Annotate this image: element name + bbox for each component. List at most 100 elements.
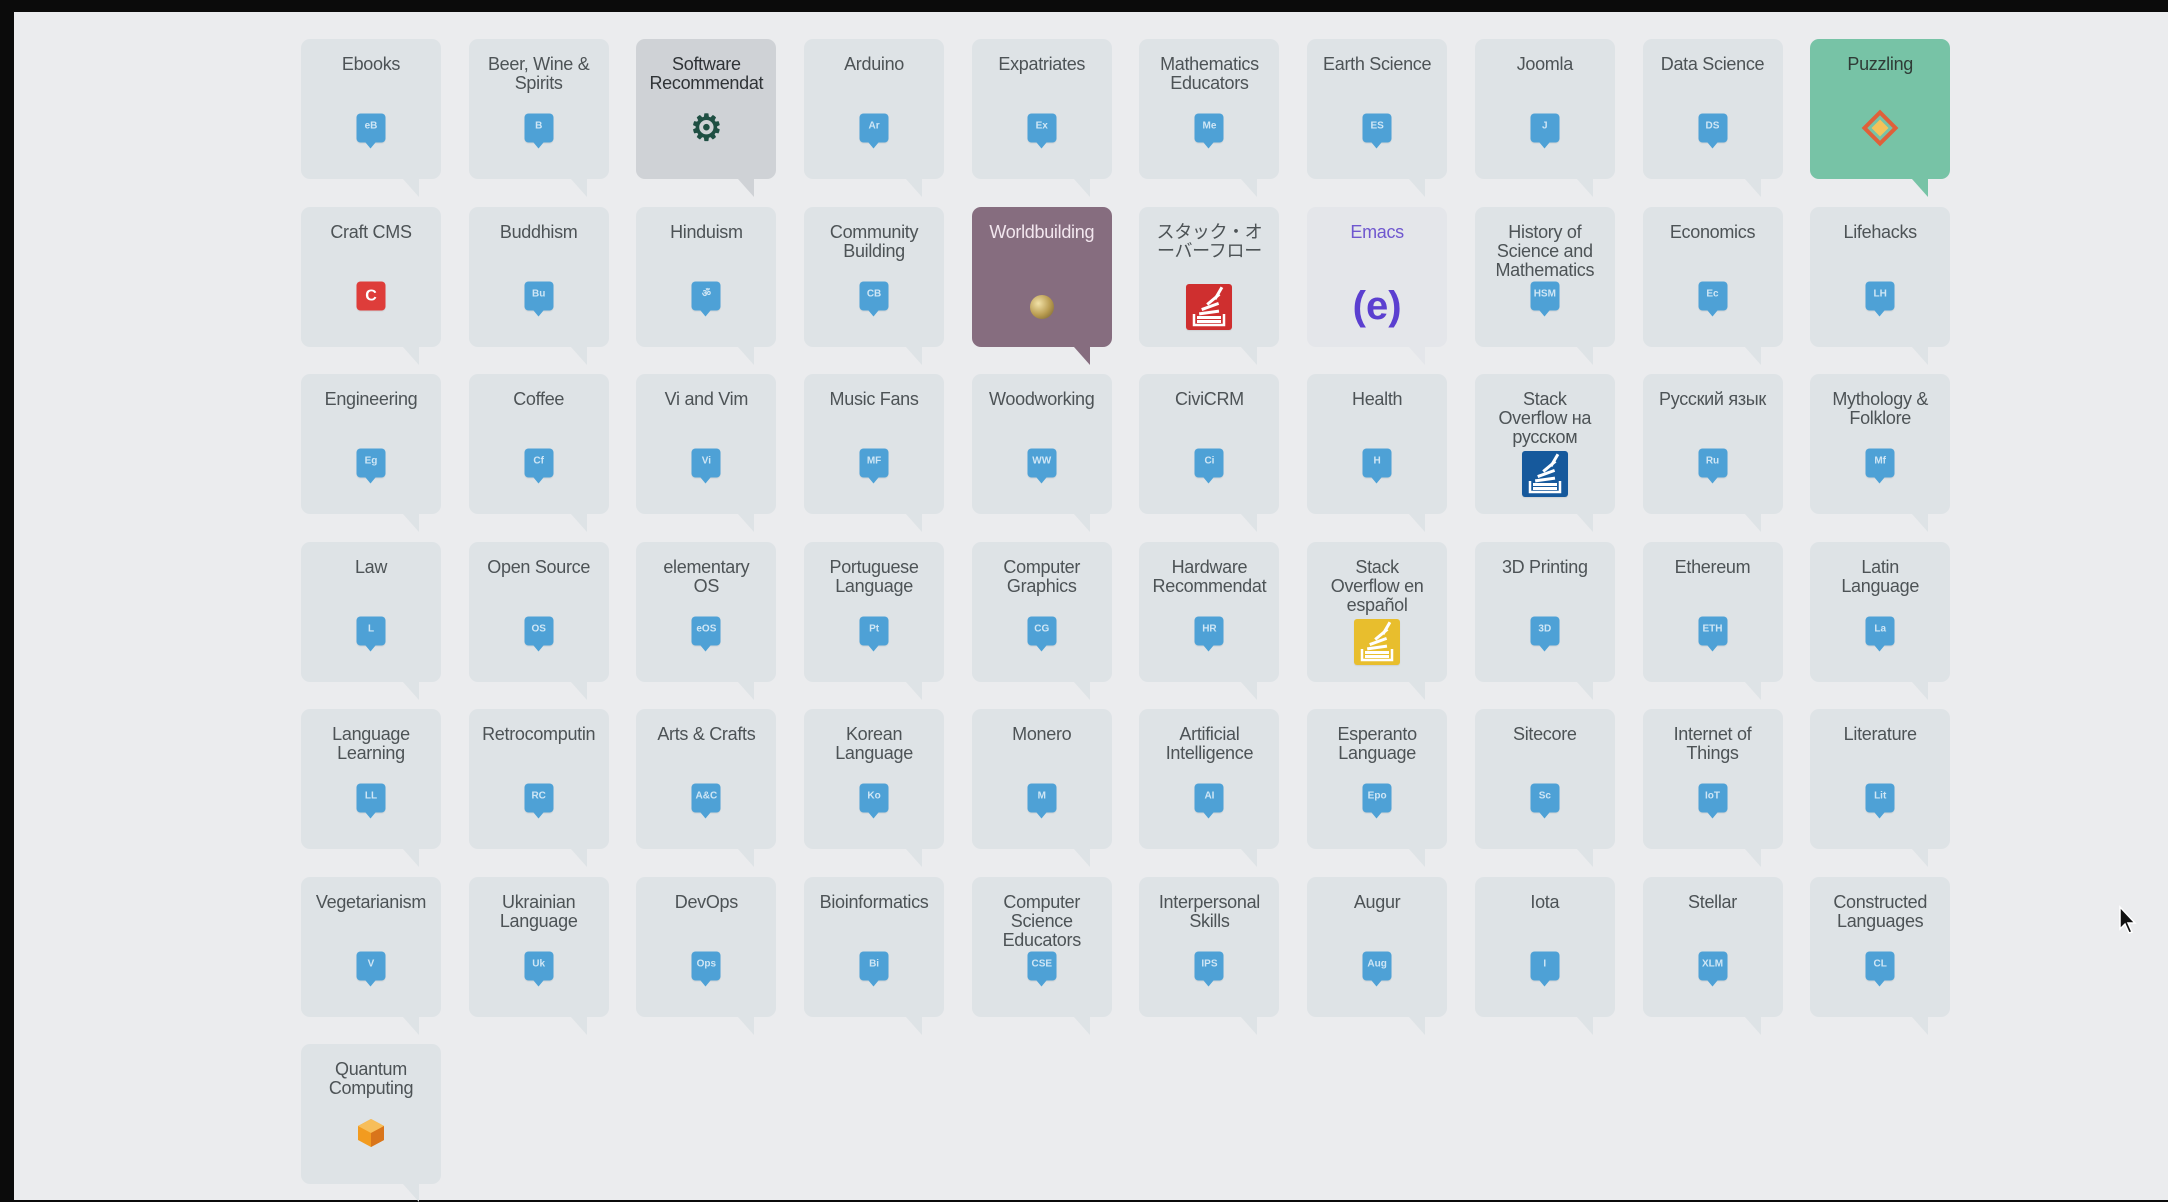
site-tile[interactable]: Monero M — [971, 709, 1112, 867]
site-tile[interactable]: Community Building CB — [804, 206, 945, 365]
site-icon-label: CB — [866, 288, 882, 299]
site-name: Portuguese Language — [829, 557, 919, 596]
site-tile[interactable]: Stack Overflow en español — [1307, 541, 1448, 700]
site-tile[interactable]: Computer Graphics CG — [971, 541, 1112, 700]
site-tile[interactable]: Ethereum ETH — [1642, 541, 1783, 700]
site-tile[interactable]: Ebooks eB — [301, 39, 441, 197]
site-tile[interactable]: Vegetarianism V — [301, 876, 441, 1035]
site-icon-label: IPS — [1201, 958, 1218, 969]
site-tile[interactable]: Augur Aug — [1307, 876, 1448, 1035]
site-tile[interactable]: Русский язык Ru — [1642, 374, 1783, 532]
site-name: Stack Overflow en español — [1330, 557, 1424, 615]
site-tile[interactable]: Woodworking WW — [971, 374, 1112, 532]
site-tile[interactable]: Lifehacks LH — [1810, 206, 1951, 365]
site-tile[interactable]: Iota I — [1474, 876, 1615, 1035]
site-tile[interactable]: Bioinformatics Bi — [804, 876, 945, 1035]
site-tile[interactable]: Latin Language La — [1810, 541, 1951, 700]
site-tile[interactable]: Data Science DS — [1642, 39, 1783, 197]
hinduism-icon: ॐ — [691, 281, 721, 316]
site-icon-label: ॐ — [701, 288, 711, 299]
site-tile[interactable]: Engineering Eg — [301, 374, 441, 532]
site-tile[interactable]: Artificial Intelligence AI — [1139, 709, 1280, 867]
korean-icon: Ko — [859, 783, 889, 819]
health-icon: H — [1362, 448, 1392, 484]
site-tile[interactable]: Computer Science Educators CSE — [971, 876, 1112, 1035]
site-tile[interactable]: Emacs (e) — [1307, 206, 1448, 365]
site-tile[interactable]: Beer, Wine & Spirits B — [468, 39, 609, 197]
site-tile[interactable]: Hardware Recommendat HR — [1139, 541, 1280, 700]
music-fans-icon: MF — [859, 448, 889, 484]
site-tile[interactable]: Mythology & Folklore Mf — [1810, 374, 1951, 532]
site-tile[interactable]: elementary OS eOS — [636, 541, 777, 700]
site-tile[interactable]: Joomla J — [1474, 39, 1615, 197]
site-tile[interactable]: Interpersonal Skills IPS — [1139, 876, 1280, 1035]
site-name: Vi and Vim — [664, 390, 749, 409]
site-tile[interactable]: Vi and Vim Vi — [636, 374, 777, 532]
site-tile[interactable]: Law L — [301, 541, 441, 700]
buddhism-icon: Bu — [524, 281, 554, 316]
site-tile[interactable]: Quantum Computing — [301, 1044, 441, 1202]
site-tile[interactable]: Constructed Languages CL — [1810, 876, 1951, 1035]
site-icon-label: IoT — [1705, 790, 1720, 802]
earth-science-icon: ES — [1362, 113, 1392, 149]
site-tile[interactable]: Software Recommendat ⚙ — [636, 39, 777, 197]
site-icon-label: Ru — [1705, 455, 1720, 467]
site-tile[interactable]: Stellar XLM — [1642, 876, 1783, 1035]
expatriates-icon: Ex — [1027, 113, 1057, 149]
russian-language-icon: Ru — [1698, 448, 1727, 484]
site-tile[interactable]: Buddhism Bu — [468, 206, 609, 365]
mouse-pointer-icon — [2119, 905, 2137, 934]
site-tile[interactable]: Open Source OS — [468, 541, 609, 700]
site-tile[interactable]: Internet of Things IoT — [1642, 709, 1783, 867]
site-icon-label: WW — [1032, 455, 1052, 467]
emacs-icon: (e) — [1347, 284, 1407, 330]
site-icon-label: 3D — [1538, 623, 1552, 634]
site-tile[interactable]: Craft CMS C — [301, 206, 441, 365]
site-tile[interactable]: Music Fans MF — [804, 374, 945, 532]
site-tile[interactable]: Stack Overflow на русском — [1474, 374, 1615, 532]
lifehacks-icon: LH — [1865, 281, 1895, 316]
site-tile[interactable]: Expatriates Ex — [971, 39, 1112, 197]
site-name: スタック・オ ーバーフロー — [1156, 222, 1263, 261]
site-name: Artificial Intelligence — [1165, 725, 1254, 763]
vegetarianism-icon: V — [356, 951, 386, 986]
site-icon-label: C — [365, 287, 377, 304]
site-tile[interactable]: スタック・オ ーバーフロー — [1139, 206, 1280, 365]
site-tile[interactable]: Worldbuilding — [971, 206, 1112, 365]
site-tile[interactable]: Sitecore Sc — [1474, 709, 1615, 867]
site-tile[interactable]: Arduino Ar — [804, 39, 945, 197]
gear-icon: ⚙ — [689, 110, 723, 146]
site-icon-label: Cf — [533, 455, 544, 467]
site-name: DevOps — [674, 892, 739, 912]
site-tile[interactable]: Coffee Cf — [468, 374, 609, 532]
site-tile[interactable]: History of Science and Mathematics HSM — [1474, 206, 1615, 365]
site-tile[interactable]: Earth Science ES — [1307, 39, 1448, 197]
iot-icon: IoT — [1698, 783, 1727, 819]
vim-icon: Vi — [691, 448, 721, 484]
site-tile[interactable]: Economics Ec — [1642, 206, 1783, 365]
site-icon-label: AI — [1204, 790, 1215, 802]
iota-icon: I — [1530, 951, 1560, 986]
site-tile[interactable]: Health H — [1307, 374, 1448, 532]
site-tile[interactable]: Hinduism ॐ — [636, 206, 777, 365]
site-tile[interactable]: Puzzling — [1810, 39, 1951, 197]
site-tile[interactable]: Arts & Crafts A&C — [636, 709, 777, 867]
site-tile[interactable]: Portuguese Language Pt — [804, 541, 945, 700]
site-icon-label: I — [1543, 958, 1547, 969]
retrocomputing-icon: RC — [524, 783, 554, 819]
site-tile[interactable]: Retrocomputin RC — [468, 709, 609, 867]
site-tile[interactable]: Mathematics Educators Me — [1139, 39, 1280, 197]
site-tile[interactable]: 3D Printing 3D — [1474, 541, 1615, 700]
site-tile[interactable]: Literature Lit — [1810, 709, 1951, 867]
site-tile[interactable]: Ukrainian Language Uk — [468, 876, 609, 1035]
site-name: Ukrainian Language — [499, 892, 578, 931]
site-tile[interactable]: Korean Language Ko — [804, 709, 945, 867]
site-icon-label: HSM — [1533, 288, 1556, 299]
planet-icon — [1029, 294, 1054, 319]
site-tile[interactable]: Esperanto Language Epo — [1307, 709, 1448, 867]
site-tile[interactable]: Language Learning LL — [301, 709, 441, 867]
site-tile[interactable]: CiviCRM Ci — [1139, 374, 1280, 532]
site-tile[interactable]: DevOps Ops — [636, 876, 777, 1035]
site-icon-label: A&C — [695, 790, 718, 802]
monero-icon: M — [1027, 783, 1057, 819]
